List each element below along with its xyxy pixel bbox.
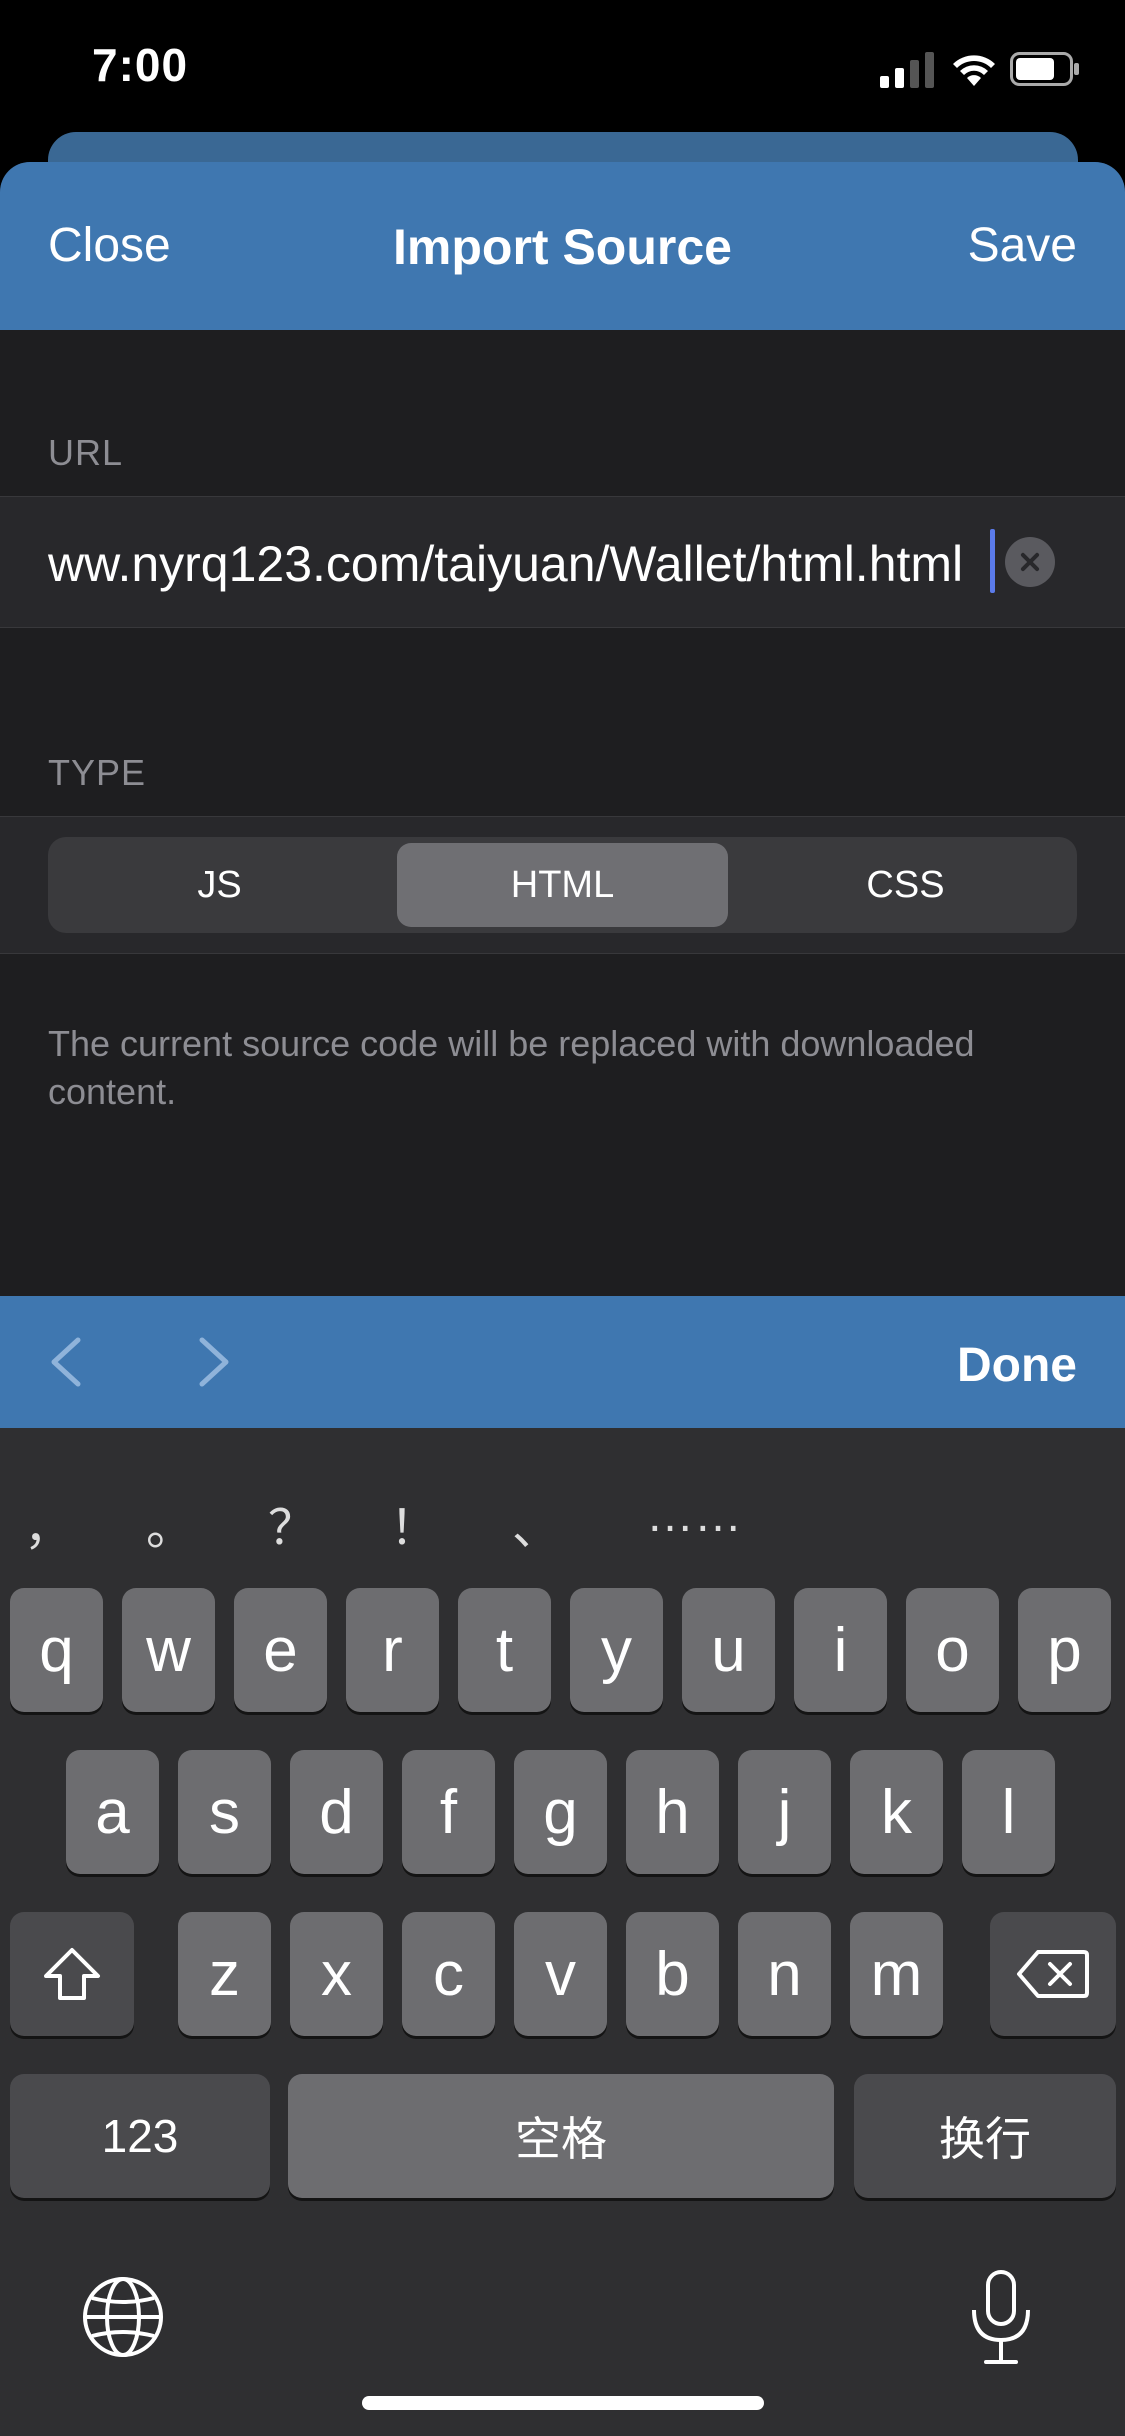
- status-time: 7:00: [92, 39, 189, 91]
- segment-html[interactable]: HTML: [397, 843, 728, 927]
- space-key[interactable]: 空格: [288, 2074, 834, 2198]
- key-f[interactable]: f: [402, 1750, 495, 1874]
- key-p[interactable]: p: [1018, 1588, 1111, 1712]
- wifi-icon: [953, 55, 995, 86]
- page-title: Import Source: [393, 219, 732, 275]
- key-e[interactable]: e: [234, 1588, 327, 1712]
- candidate-key[interactable]: 。: [146, 1488, 194, 1558]
- key-a[interactable]: a: [66, 1750, 159, 1874]
- save-button[interactable]: Save: [968, 218, 1077, 273]
- key-r[interactable]: r: [346, 1588, 439, 1712]
- key-d[interactable]: d: [290, 1750, 383, 1874]
- key-i[interactable]: i: [794, 1588, 887, 1712]
- candidate-key[interactable]: ？: [268, 1488, 316, 1558]
- key-z[interactable]: z: [178, 1912, 271, 2036]
- done-button[interactable]: Done: [957, 1338, 1077, 1393]
- nav-bar: Close Import Source Save: [0, 162, 1125, 330]
- url-input[interactable]: ww.nyrq123.com/taiyuan/Wallet/html.html: [48, 535, 963, 593]
- keyboard-toolbar: Done: [0, 1296, 1125, 1428]
- status-bar: 7:00: [0, 0, 1125, 135]
- delete-key[interactable]: [990, 1912, 1116, 2036]
- delete-icon: [1017, 1950, 1089, 1998]
- clear-icon[interactable]: [1005, 537, 1055, 587]
- next-field-icon[interactable]: [194, 1336, 234, 1388]
- type-segmented-control: JS HTML CSS: [48, 837, 1077, 933]
- url-row: ww.nyrq123.com/taiyuan/Wallet/html.html: [0, 496, 1125, 628]
- previous-field-icon[interactable]: [46, 1336, 86, 1388]
- battery-icon: [1010, 52, 1079, 86]
- key-q[interactable]: q: [10, 1588, 103, 1712]
- text-cursor: [990, 529, 995, 593]
- key-c[interactable]: c: [402, 1912, 495, 2036]
- key-n[interactable]: n: [738, 1912, 831, 2036]
- globe-icon[interactable]: [80, 2274, 166, 2360]
- key-g[interactable]: g: [514, 1750, 607, 1874]
- key-j[interactable]: j: [738, 1750, 831, 1874]
- shift-icon: [44, 1948, 100, 2000]
- key-m[interactable]: m: [850, 1912, 943, 2036]
- segment-js[interactable]: JS: [54, 843, 385, 927]
- import-source-sheet: Close Import Source Save URL ww.nyrq123.…: [0, 162, 1125, 1296]
- key-k[interactable]: k: [850, 1750, 943, 1874]
- key-l[interactable]: l: [962, 1750, 1055, 1874]
- key-o[interactable]: o: [906, 1588, 999, 1712]
- candidate-key[interactable]: 、: [512, 1488, 560, 1558]
- candidate-key[interactable]: ……: [646, 1488, 742, 1543]
- home-indicator[interactable]: [362, 2396, 764, 2410]
- key-b[interactable]: b: [626, 1912, 719, 2036]
- key-v[interactable]: v: [514, 1912, 607, 2036]
- key-w[interactable]: w: [122, 1588, 215, 1712]
- segment-css[interactable]: CSS: [740, 843, 1071, 927]
- type-section-label: TYPE: [48, 752, 147, 793]
- shift-key[interactable]: [10, 1912, 134, 2036]
- key-x[interactable]: x: [290, 1912, 383, 2036]
- keyboard: ， 。 ？ ！ 、 …… q w e r t y u i o p a s d f…: [0, 1428, 1125, 2436]
- microphone-icon[interactable]: [966, 2268, 1036, 2368]
- candidate-key[interactable]: ，: [24, 1488, 72, 1558]
- replace-note: The current source code will be replaced…: [48, 1023, 975, 1112]
- type-row: JS HTML CSS: [0, 816, 1125, 954]
- return-key[interactable]: 换行: [854, 2074, 1116, 2198]
- cellular-signal-icon: [880, 52, 934, 88]
- candidate-key[interactable]: ！: [390, 1488, 438, 1558]
- numbers-key[interactable]: 123: [10, 2074, 270, 2198]
- key-y[interactable]: y: [570, 1588, 663, 1712]
- url-section-label: URL: [48, 432, 124, 473]
- key-t[interactable]: t: [458, 1588, 551, 1712]
- key-h[interactable]: h: [626, 1750, 719, 1874]
- key-s[interactable]: s: [178, 1750, 271, 1874]
- key-u[interactable]: u: [682, 1588, 775, 1712]
